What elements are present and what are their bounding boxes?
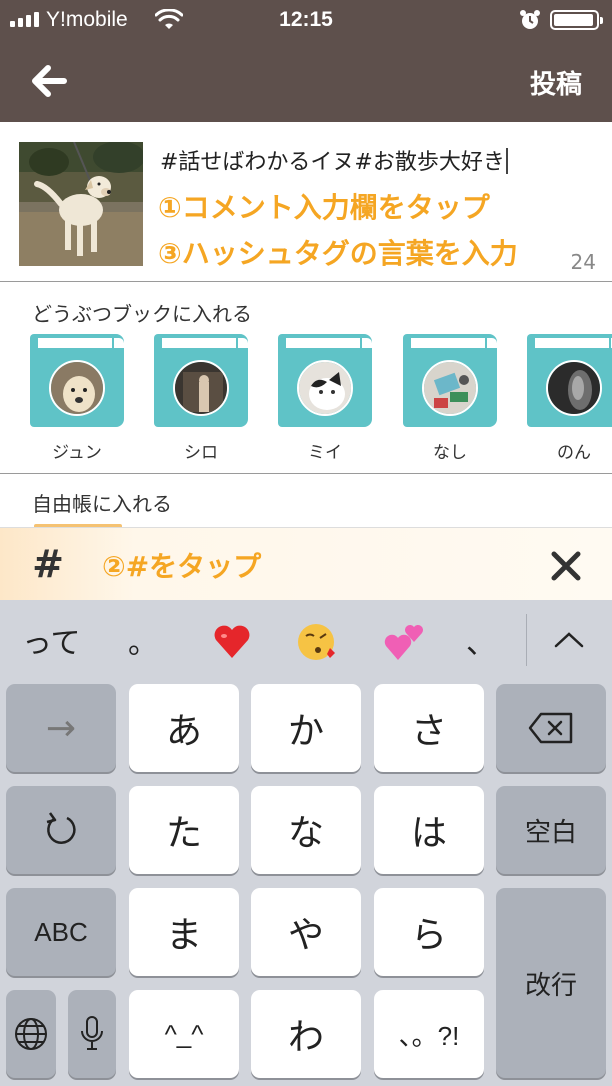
book-icon <box>403 334 497 427</box>
text-caret <box>505 148 508 174</box>
annotation-step-3: ③ハッシュタグの言葉を入力 <box>158 237 518 270</box>
space-key[interactable]: 空白 <box>496 786 606 874</box>
animal-book-item[interactable]: ジュン <box>30 334 124 464</box>
delete-key[interactable] <box>496 684 606 772</box>
suggestion-divider <box>526 614 527 666</box>
chevron-up-icon[interactable] <box>552 628 586 652</box>
key-a[interactable]: あ <box>129 684 239 772</box>
post-photo <box>19 142 143 266</box>
animal-book-item[interactable]: のん <box>527 334 612 464</box>
key-ta[interactable]: た <box>129 786 239 874</box>
backspace-icon <box>528 712 573 744</box>
suggestion-item[interactable]: って <box>22 618 81 662</box>
animal-book-name: なし <box>433 443 467 463</box>
char-counter: 24 <box>570 250 596 274</box>
annotation-step-2: ②#をタップ <box>102 550 262 583</box>
animal-book-name: のん <box>557 443 591 463</box>
suggestion-item[interactable]: 、 <box>466 618 496 662</box>
key-ya[interactable]: や <box>251 888 361 976</box>
animal-book-title: どうぶつブックに入れる <box>32 302 252 326</box>
return-key[interactable]: 改行 <box>496 888 606 1078</box>
microphone-key[interactable] <box>68 990 116 1078</box>
book-icon <box>154 334 248 427</box>
animal-book-item[interactable]: シロ <box>154 334 248 464</box>
kiss-emoji-suggestion[interactable] <box>296 622 338 671</box>
kaomoji-key[interactable]: ^_^ <box>129 990 239 1078</box>
back-arrow-icon[interactable] <box>28 58 74 104</box>
animal-book-item[interactable]: ミイ <box>278 334 372 464</box>
punctuation-key[interactable]: 、。?! <box>374 990 484 1078</box>
animal-avatar <box>173 360 229 416</box>
two-hearts-emoji-suggestion[interactable] <box>382 622 426 671</box>
free-book-section: 自由帳に入れる <box>0 474 612 528</box>
next-character-key[interactable]: → <box>6 684 116 772</box>
status-bar: Y!mobile 12:15 <box>0 0 612 40</box>
key-ka[interactable]: か <box>251 684 361 772</box>
comment-text: #話せばわかるイヌ#お散歩大好き <box>160 150 505 175</box>
free-book-title: 自由帳に入れる <box>32 492 172 516</box>
animal-book-section: どうぶつブックに入れる ジュン シロ ミイ なし のん <box>0 282 612 474</box>
key-wa[interactable]: わ <box>251 990 361 1078</box>
japanese-keyboard: って 。 、 → あ か さ た な は 空白 ABC ま や ら 改行 ^_^… <box>0 600 612 1086</box>
book-icon <box>278 334 372 427</box>
close-icon[interactable] <box>548 548 584 584</box>
animal-book-name: ジュン <box>52 443 102 463</box>
suggestion-bar: って 。 、 <box>0 600 612 680</box>
animal-avatar <box>49 360 105 416</box>
hashtag-toolbar: # ②#をタップ <box>0 527 612 600</box>
battery-icon <box>550 10 603 30</box>
post-button[interactable]: 投稿 <box>530 64 582 101</box>
key-sa[interactable]: さ <box>374 684 484 772</box>
book-icon <box>30 334 124 427</box>
annotation-step-1: ①コメント入力欄をタップ <box>158 191 490 224</box>
animal-avatar <box>297 360 353 416</box>
alarm-icon <box>520 10 540 29</box>
animal-book-name: ミイ <box>308 443 342 463</box>
animal-avatar <box>546 360 602 416</box>
animal-book-item[interactable]: なし <box>403 334 497 464</box>
animal-book-list: ジュン シロ ミイ なし のん <box>30 334 612 464</box>
key-na[interactable]: な <box>251 786 361 874</box>
hashtag-button[interactable]: # <box>28 542 68 586</box>
key-ha[interactable]: は <box>374 786 484 874</box>
comment-input[interactable]: #話せばわかるイヌ#お散歩大好き <box>160 144 508 176</box>
compose-area: #話せばわかるイヌ#お散歩大好き ①コメント入力欄をタップ ③ハッシュタグの言葉… <box>0 122 612 282</box>
globe-key[interactable] <box>6 990 56 1078</box>
key-ra[interactable]: ら <box>374 888 484 976</box>
book-icon <box>527 334 612 427</box>
undo-key[interactable] <box>6 786 116 874</box>
microphone-icon <box>81 1016 103 1050</box>
suggestion-item[interactable]: 。 <box>128 618 158 662</box>
heart-emoji-suggestion[interactable] <box>212 622 252 669</box>
globe-icon <box>15 1018 47 1050</box>
abc-key[interactable]: ABC <box>6 888 116 976</box>
animal-avatar <box>422 360 478 416</box>
top-bar: Y!mobile 12:15 投稿 <box>0 0 612 122</box>
key-ma[interactable]: ま <box>129 888 239 976</box>
animal-book-name: シロ <box>184 443 218 463</box>
undo-icon <box>46 812 76 844</box>
